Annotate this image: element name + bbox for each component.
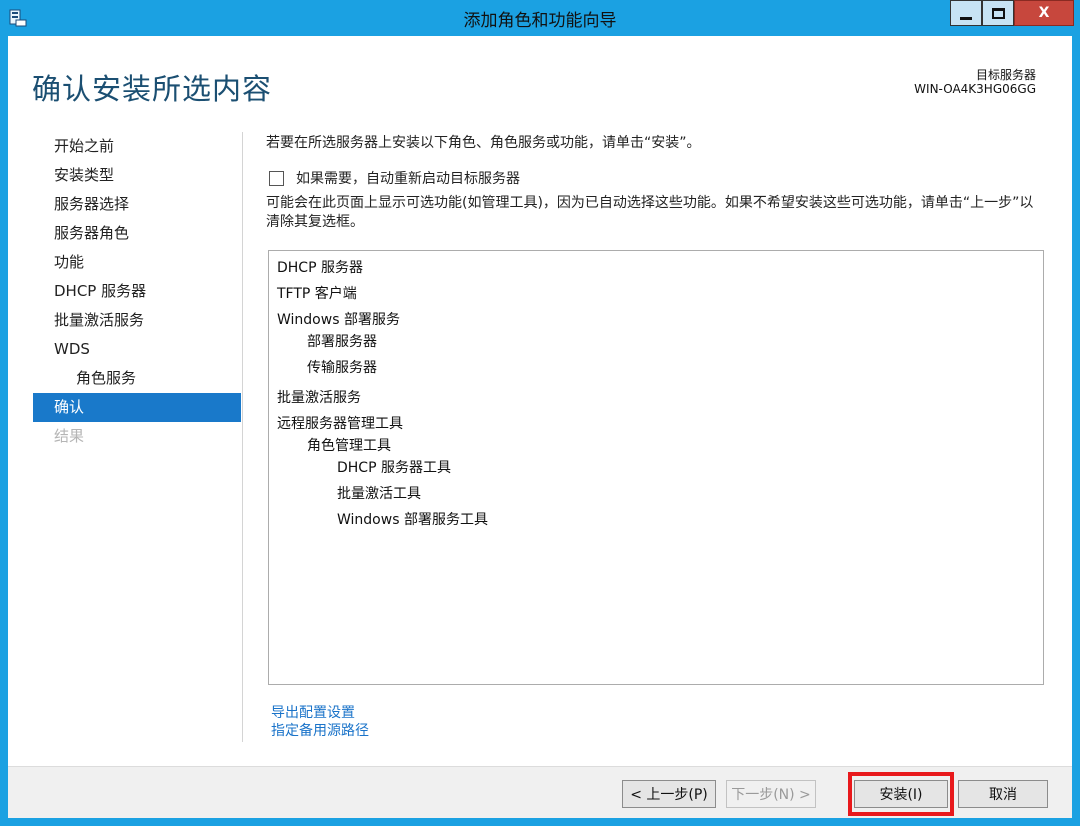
nav-item-installation-type[interactable]: 安装类型	[33, 161, 241, 190]
links-area: 导出配置设置 指定备用源路径	[271, 704, 369, 740]
close-icon: X	[1038, 5, 1050, 21]
minimize-icon	[960, 16, 972, 20]
list-item: Windows 部署服务工具	[337, 512, 488, 528]
window-title: 添加角色和功能向导	[463, 11, 617, 31]
export-settings-link[interactable]: 导出配置设置	[271, 704, 369, 722]
nav-item-dhcp-server[interactable]: DHCP 服务器	[33, 277, 241, 306]
nav-item-role-services[interactable]: 角色服务	[33, 364, 241, 393]
nav-item-confirmation[interactable]: 确认	[33, 393, 241, 422]
list-item: DHCP 服务器	[277, 260, 363, 276]
list-item: 远程服务器管理工具	[277, 416, 403, 432]
nav-item-volume-activation[interactable]: 批量激活服务	[33, 306, 241, 335]
next-button: 下一步(N) >	[726, 780, 816, 808]
list-item: DHCP 服务器工具	[337, 460, 451, 476]
maximize-button[interactable]	[982, 0, 1014, 26]
nav-item-server-selection[interactable]: 服务器选择	[33, 190, 241, 219]
list-item: 角色管理工具	[307, 438, 391, 454]
cancel-button[interactable]: 取消	[958, 780, 1048, 808]
list-item: 传输服务器	[307, 360, 377, 376]
list-item: Windows 部署服务	[277, 312, 400, 328]
page-title: 确认安装所选内容	[32, 72, 273, 106]
nav-item-results: 结果	[54, 427, 85, 445]
alternate-source-link[interactable]: 指定备用源路径	[271, 722, 369, 740]
restart-option[interactable]: 如果需要，自动重新启动目标服务器	[269, 168, 520, 188]
minimize-button[interactable]	[950, 0, 982, 26]
restart-checkbox[interactable]	[269, 170, 284, 186]
wizard-client-area: 确认安装所选内容 目标服务器 WIN-OA4K3HG06GG 开始之前 安装类型…	[8, 36, 1072, 818]
selection-list[interactable]: DHCP 服务器 TFTP 客户端 Windows 部署服务 部署服务器 传输服…	[268, 250, 1044, 685]
list-item: 批量激活服务	[277, 390, 361, 406]
close-button[interactable]: X	[1014, 0, 1074, 26]
list-item: 批量激活工具	[337, 486, 421, 502]
list-item: 部署服务器	[307, 334, 377, 350]
optional-features-note: 可能会在此页面上显示可选功能(如管理工具)，因为已自动选择这些功能。如果不希望安…	[266, 195, 1034, 230]
maximize-icon	[991, 7, 1005, 19]
nav-divider	[242, 132, 243, 742]
button-bar: < 上一步(P) 下一步(N) > 安装(I) 取消	[8, 766, 1072, 818]
nav-item-wds[interactable]: WDS	[33, 335, 241, 364]
previous-button[interactable]: < 上一步(P)	[622, 780, 716, 808]
intro-text: 若要在所选服务器上安装以下角色、角色服务或功能，请单击“安装”。	[266, 135, 701, 151]
target-server-name: WIN-OA4K3HG06GG	[914, 82, 1036, 96]
wizard-navigation: 开始之前 安装类型 服务器选择 服务器角色 功能 DHCP 服务器 批量激活服务…	[33, 132, 241, 451]
nav-item-server-roles[interactable]: 服务器角色	[33, 219, 241, 248]
nav-item-features[interactable]: 功能	[33, 248, 241, 277]
target-server-label: 目标服务器	[975, 68, 1036, 82]
restart-checkbox-label[interactable]: 如果需要，自动重新启动目标服务器	[296, 168, 520, 188]
install-button[interactable]: 安装(I)	[854, 780, 948, 808]
list-item: TFTP 客户端	[277, 286, 357, 302]
title-bar: 添加角色和功能向导 X	[0, 0, 1080, 36]
nav-item-before-you-begin[interactable]: 开始之前	[33, 132, 241, 161]
